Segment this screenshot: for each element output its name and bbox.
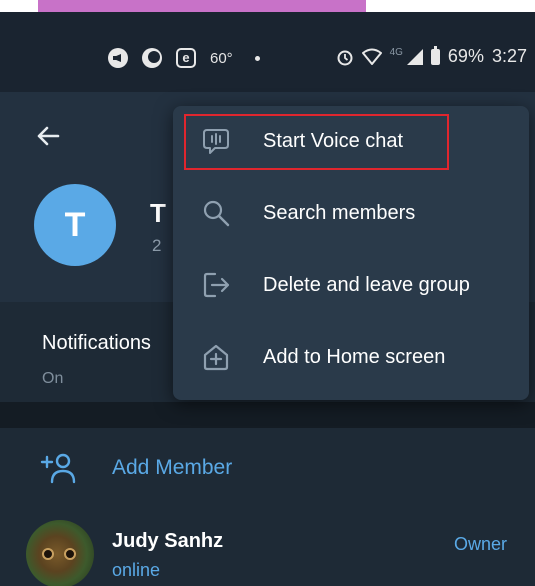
volume-icon (108, 48, 128, 68)
member-status: online (112, 560, 161, 580)
phone-screen: e 60° 4G 69% 3:27 T T 2 Notifications On… (0, 12, 535, 586)
top-strip (0, 0, 535, 12)
member-row[interactable]: Judy Sanhz online Owner (0, 520, 535, 586)
menu-item-start-voice-chat[interactable]: Start Voice chat (173, 106, 529, 176)
notification-dot (254, 55, 260, 61)
avatar-eye-left (42, 548, 54, 560)
group-avatar[interactable]: T (34, 184, 116, 266)
leave-icon (203, 272, 230, 298)
notifications-label: Notifications (42, 332, 151, 354)
back-arrow-icon[interactable] (32, 120, 64, 152)
network-type: 4G (389, 47, 403, 58)
add-member-label: Add Member (112, 456, 233, 479)
wifi-icon (361, 48, 382, 65)
alarm-icon (337, 50, 353, 65)
menu-item-add-home-screen[interactable]: Add to Home screen (173, 322, 529, 392)
voice-chat-icon (203, 129, 229, 154)
add-home-icon (203, 344, 229, 371)
menu-item-delete-leave-group[interactable]: Delete and leave group (173, 250, 529, 320)
add-member-button[interactable]: Add Member (40, 452, 232, 484)
menu-item-search-members[interactable]: Search members (173, 178, 529, 248)
avatar-eye-right (64, 548, 76, 560)
clock: 3:27 (491, 46, 527, 66)
top-accent-bar (38, 0, 366, 12)
menu-item-label: Delete and leave group (263, 273, 470, 296)
notifications-value: On (42, 370, 64, 387)
temperature: 60° (210, 49, 233, 67)
status-bar: e 60° 4G 69% 3:27 (0, 12, 535, 92)
menu-item-label: Search members (263, 201, 416, 224)
member-name: Judy Sanhz (112, 530, 224, 552)
status-bar-right: 4G 69% 3:27 (336, 45, 527, 67)
overflow-menu: Start Voice chat Search members Delete a… (173, 106, 529, 400)
search-icon (203, 200, 230, 227)
moon-icon (142, 48, 162, 68)
group-member-count: 2 (152, 236, 162, 255)
battery-percent: 69% (447, 46, 484, 66)
group-name: T (150, 198, 166, 228)
status-bar-left: e 60° (108, 48, 260, 68)
e-icon: e (176, 48, 196, 68)
battery-icon (430, 45, 440, 65)
section-divider (0, 402, 535, 428)
members-section: Add Member Judy Sanhz online Owner (0, 428, 535, 586)
member-avatar (26, 520, 94, 586)
add-person-icon (40, 453, 76, 484)
signal-icon (406, 48, 423, 65)
menu-item-label: Add to Home screen (263, 345, 446, 368)
menu-item-label: Start Voice chat (263, 129, 404, 152)
member-role-badge: Owner (453, 534, 507, 554)
